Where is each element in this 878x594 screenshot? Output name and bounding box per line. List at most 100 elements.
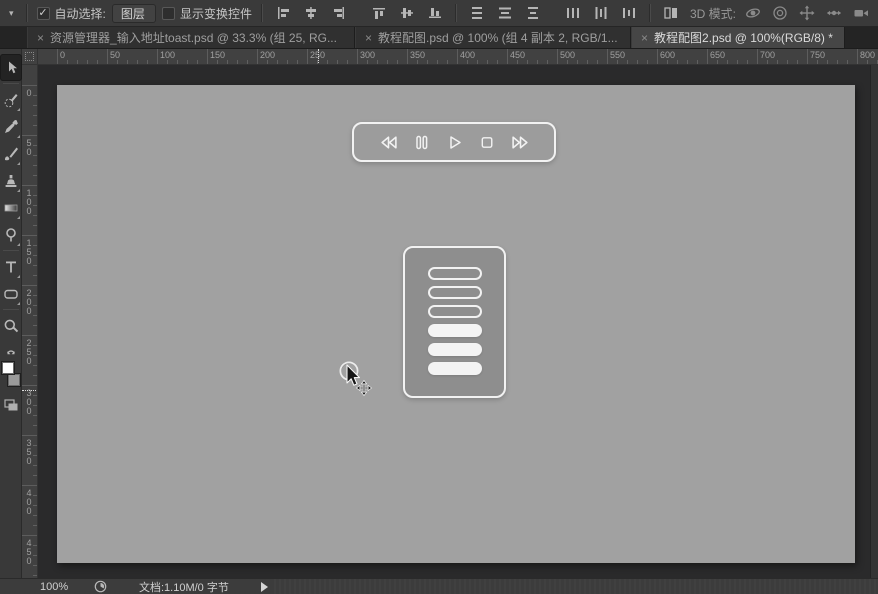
distribute-right-edges-icon[interactable]: [618, 3, 640, 23]
stop-icon[interactable]: [479, 134, 496, 151]
ruler-tick: [357, 49, 358, 64]
ruler-tick: [137, 60, 138, 64]
align-left-edges-icon[interactable]: [272, 3, 294, 23]
3d-roll-icon[interactable]: [769, 3, 791, 23]
brush-tool[interactable]: [0, 140, 22, 167]
align-horizontal-centers-icon[interactable]: [300, 3, 322, 23]
status-grip-texture: [273, 579, 878, 594]
list-panel-artwork[interactable]: [403, 246, 506, 398]
document-tab[interactable]: × 教程配图.psd @ 100% (组 4 副本 2, RGB/1...: [355, 27, 631, 48]
ruler-tick: [257, 49, 258, 64]
ruler-tick: [507, 49, 508, 64]
screen-mode-icon[interactable]: [3, 397, 19, 416]
dropdown-value: 图层: [120, 6, 145, 21]
swap-colors-icon[interactable]: [5, 345, 17, 359]
list-bar-outline[interactable]: [427, 286, 482, 299]
document-tab[interactable]: × 资源管理器_输入地址toast.psd @ 33.3% (组 25, RG..…: [27, 27, 355, 48]
ruler-tick: [427, 60, 428, 64]
ruler-cursor-indicator: [318, 49, 319, 64]
auto-align-layers-icon[interactable]: [660, 3, 682, 23]
ruler-tick: [247, 60, 248, 64]
ruler-label: 200: [260, 50, 276, 60]
ruler-tick: [727, 60, 728, 64]
3d-rotate-icon[interactable]: [742, 3, 764, 23]
media-player-artwork[interactable]: [352, 122, 556, 162]
tab-title: 资源管理器_输入地址toast.psd @ 33.3% (组 25, RG...: [50, 31, 337, 45]
ruler-tick: [857, 49, 858, 64]
background-color-swatch[interactable]: [6, 373, 21, 387]
align-right-edges-icon[interactable]: [328, 3, 350, 23]
ruler-tick: [197, 60, 198, 64]
vertical-ruler[interactable]: 0 50 100 150 200 250 300 350 400 450: [22, 65, 38, 578]
list-bar-filled[interactable]: [427, 324, 482, 337]
color-swatches: [0, 361, 21, 387]
distribute-top-edges-icon[interactable]: [466, 3, 488, 23]
3d-camera-icon[interactable]: [850, 3, 872, 23]
ruler-tick: [837, 60, 838, 64]
close-icon[interactable]: ×: [641, 31, 648, 45]
play-icon[interactable]: [446, 134, 464, 151]
ruler-tick: [277, 60, 278, 64]
ruler-tick: [807, 49, 808, 64]
clone-stamp-tool[interactable]: [0, 167, 22, 194]
ruler-tick: [22, 285, 37, 286]
ruler-tick: [87, 60, 88, 64]
gradient-tool[interactable]: [0, 194, 22, 221]
distribute-bottom-edges-icon[interactable]: [522, 3, 544, 23]
ruler-label: 200: [24, 288, 34, 315]
ruler-label: 50: [110, 50, 121, 60]
document-canvas[interactable]: [57, 85, 855, 563]
auto-select-checkbox[interactable]: ✓ 自动选择:: [36, 5, 106, 22]
list-bar-filled[interactable]: [427, 343, 482, 356]
ruler-origin-corner[interactable]: [22, 49, 38, 65]
pause-icon[interactable]: [413, 134, 431, 151]
distribute-left-edges-icon[interactable]: [562, 3, 584, 23]
rewind-icon[interactable]: [379, 134, 398, 151]
eyedropper-tool[interactable]: [0, 113, 22, 140]
align-top-edges-icon[interactable]: [368, 3, 390, 23]
fast-forward-icon[interactable]: [511, 134, 530, 151]
foreground-color-swatch[interactable]: [0, 361, 15, 375]
show-transform-checkbox[interactable]: 显示变换控件: [161, 5, 252, 22]
ruler-tick: [33, 465, 37, 466]
ruler-tick: [33, 575, 37, 576]
document-status-icon[interactable]: [94, 580, 107, 593]
horizontal-ruler[interactable]: 0 50 100 150 200 250 300 350 400 450 500 550 600 650 7…: [38, 49, 878, 65]
dodge-tool[interactable]: [0, 221, 22, 248]
3d-drag-icon[interactable]: [796, 3, 818, 23]
close-icon[interactable]: ×: [365, 31, 372, 45]
align-bottom-edges-icon[interactable]: [424, 3, 446, 23]
quick-selection-tool[interactable]: [0, 86, 22, 113]
ruler-tick: [327, 60, 328, 64]
ruler-tick: [33, 165, 37, 166]
list-bar-outline[interactable]: [427, 267, 482, 280]
ruler-tick: [847, 60, 848, 64]
checkbox-checked-icon[interactable]: ✓: [36, 6, 50, 20]
status-flyout-icon[interactable]: [260, 581, 268, 592]
close-icon[interactable]: ×: [37, 31, 44, 45]
ruler-label: 400: [24, 488, 34, 515]
3d-slide-icon[interactable]: [823, 3, 845, 23]
distribute-vertical-centers-icon[interactable]: [494, 3, 516, 23]
type-tool[interactable]: [0, 253, 22, 280]
ruler-tick: [33, 215, 37, 216]
ruler-tick: [467, 60, 468, 64]
document-tab[interactable]: × 教程配图2.psd @ 100%(RGB/8) *: [631, 27, 845, 48]
zoom-level-field[interactable]: 100%: [40, 581, 84, 593]
move-tool[interactable]: [0, 54, 22, 81]
auto-select-target-dropdown[interactable]: 图层: [111, 3, 156, 23]
align-vertical-centers-icon[interactable]: [396, 3, 418, 23]
ruler-label: 650: [710, 50, 726, 60]
vertical-scrollbar[interactable]: [870, 65, 878, 578]
ruler-tick: [167, 60, 168, 64]
checkbox-unchecked-icon[interactable]: [161, 6, 175, 20]
tool-preset-chevron-icon[interactable]: ▾: [6, 6, 17, 21]
ruler-label: 750: [810, 50, 826, 60]
ruler-label: 700: [760, 50, 776, 60]
list-bar-filled[interactable]: [427, 362, 482, 375]
ruler-tick: [717, 60, 718, 64]
zoom-tool[interactable]: [0, 312, 22, 339]
distribute-horizontal-centers-icon[interactable]: [590, 3, 612, 23]
list-bar-outline[interactable]: [427, 305, 482, 318]
rounded-rectangle-tool[interactable]: [0, 280, 22, 307]
